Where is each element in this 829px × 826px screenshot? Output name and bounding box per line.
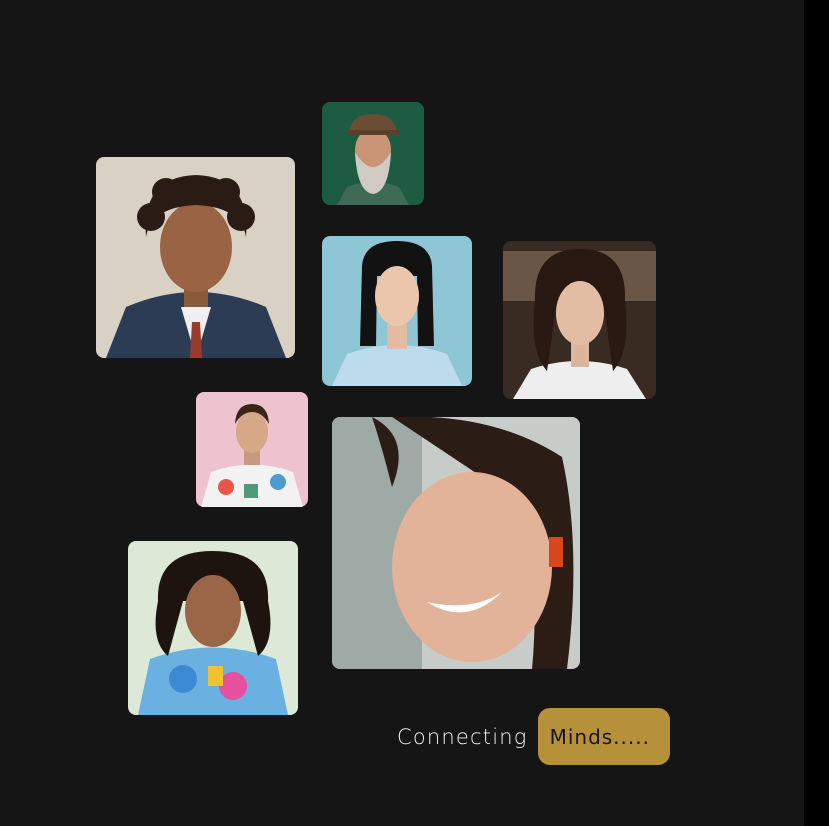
portrait-woman-cafe — [503, 241, 656, 399]
portrait-bearded-man-cap — [322, 102, 424, 205]
portrait-curly-man-suit — [96, 157, 295, 358]
right-edge-strip — [804, 0, 829, 826]
portrait-woman-blue-shirt — [322, 236, 472, 386]
tagline: Connecting Minds..... — [397, 708, 670, 765]
portrait-woman-smiling-earring — [332, 417, 580, 669]
portrait-man-colorful-hoodie — [196, 392, 308, 507]
portrait-woman-graffiti-hoodie — [128, 541, 298, 715]
tagline-word: Connecting — [397, 724, 528, 749]
tagline-highlight-pill: Minds..... — [537, 708, 670, 765]
